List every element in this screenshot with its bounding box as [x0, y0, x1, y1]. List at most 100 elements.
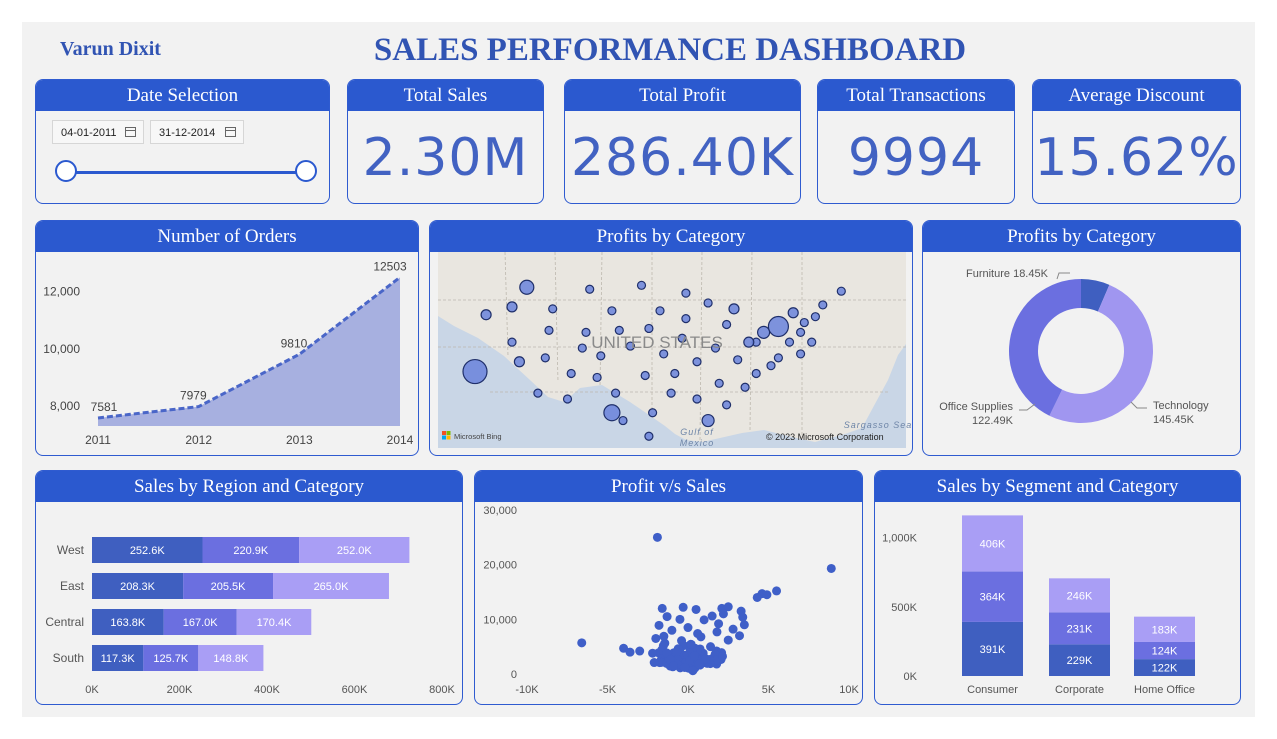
map-bubble: [562, 394, 573, 404]
segment-bar-label: 246K: [1067, 590, 1093, 602]
region-x-tick: 200K: [167, 684, 193, 696]
orders-area: [98, 277, 400, 426]
region-chart-card: Sales by Region and Category West 252.6K 2…: [35, 470, 463, 705]
segment-bar-label: 124K: [1152, 646, 1178, 658]
scatter-point: [762, 590, 772, 600]
bing-logo-square: [446, 435, 451, 440]
map-bubble: [767, 315, 789, 338]
orders-x-tick: 2013: [286, 433, 313, 447]
map-bubble: [787, 307, 799, 319]
region-x-tick: 400K: [254, 684, 280, 696]
orders-x-tick: 2011: [85, 433, 111, 447]
scatter-y-tick: 10,000: [483, 614, 517, 626]
orders-x-tick: 2012: [185, 433, 212, 447]
map-bubble: [577, 343, 587, 353]
segment-y-tick: 0K: [904, 671, 918, 683]
scatter-x-tick: -5K: [599, 684, 617, 696]
bubble-map[interactable]: UNITED STATES Sargasso Sea Gulf of Mexic…: [430, 251, 911, 455]
scatter-point: [772, 586, 782, 596]
donut-leader-line: [1019, 403, 1036, 411]
scatter-point: [654, 620, 664, 630]
scatter-point: [739, 620, 749, 630]
bing-logo-square: [446, 431, 451, 435]
map-bubble: [692, 357, 702, 367]
map-bubble: [757, 325, 771, 339]
scatter-point: [686, 639, 696, 649]
kpi-total-sales-value: 2.30M: [362, 128, 529, 188]
map-bubble: [666, 388, 676, 398]
kpi-total-sales-label: Total Sales: [348, 80, 543, 111]
orders-y-tick: 8,000: [50, 399, 80, 413]
map-bubble: [681, 288, 691, 298]
map-bubble: [644, 431, 654, 441]
scatter-x-tick: 0K: [681, 684, 695, 696]
map-bubble: [692, 394, 702, 404]
map-bubble: [544, 325, 554, 336]
scatter-point: [635, 646, 645, 656]
scatter-point: [735, 631, 745, 641]
map-bubble: [506, 301, 518, 313]
region-bar-label: 125.7K: [153, 653, 189, 665]
map-bubble: [722, 319, 732, 330]
scatter-x-tick: -10K: [515, 684, 539, 696]
map-bubble: [714, 378, 724, 388]
orders-data-label: 7979: [180, 389, 207, 403]
orders-chart-card: Number of Orders 7581 7979 9810 12503 8,000 1…: [35, 220, 419, 456]
region-bar-label: 265.0K: [314, 581, 350, 593]
scatter-point: [728, 624, 738, 634]
map-bubble: [519, 279, 535, 295]
scatter-y-tick: 0: [511, 669, 517, 681]
scatter-point: [657, 603, 667, 613]
kpi-total-sales: Total Sales 2.30M: [347, 79, 544, 204]
map-bubble: [533, 388, 543, 398]
map-bubble: [681, 314, 691, 324]
kpi-average-discount-label: Average Discount: [1033, 80, 1240, 111]
segment-category-label: Home Office: [1134, 684, 1195, 696]
bing-logo-text: Microsoft Bing: [454, 432, 502, 441]
region-bar-label: 220.9K: [233, 545, 269, 557]
date-range-track[interactable]: [66, 171, 308, 174]
map-bubble: [462, 358, 488, 385]
donut-value-technology: 145.45K: [1153, 414, 1195, 426]
map-bubble: [784, 337, 795, 347]
kpi-total-profit: Total Profit 286.40K: [564, 79, 801, 204]
scatter-point: [689, 651, 699, 661]
donut-label-technology: Technology: [1153, 400, 1209, 412]
map-title: Profits by Category: [430, 221, 912, 252]
start-date-input[interactable]: 04-01-2011: [52, 120, 144, 144]
profit-donut-chart: Furniture 18.45K Technology 145.45K Office …: [939, 268, 1209, 427]
donut-label-office-supplies: Office Supplies: [939, 401, 1013, 413]
segment-bar-label: 231K: [1067, 623, 1093, 635]
map-bubble: [818, 300, 828, 310]
region-bar-label: 208.3K: [120, 581, 156, 593]
map-bubble: [743, 336, 755, 348]
map-card: Profits by Category UNITED STATES Sargas…: [429, 220, 913, 456]
calendar-icon[interactable]: [225, 127, 236, 137]
map-bubble: [796, 349, 806, 359]
scatter-x-tick: 5K: [762, 684, 776, 696]
region-x-tick: 600K: [342, 684, 368, 696]
region-stacked-bar-chart: West 252.6K 220.9K 252.0K East 208.3K 205.5K 26…: [45, 537, 456, 696]
map-bubble: [740, 382, 750, 392]
scatter-point: [648, 648, 658, 658]
segment-bar-label: 364K: [980, 592, 1006, 604]
calendar-icon[interactable]: [125, 127, 136, 137]
segment-chart-card: Sales by Segment and Category 0K 500K 1,00…: [874, 470, 1241, 705]
region-x-tick: 800K: [429, 684, 455, 696]
map-bubble: [807, 337, 817, 347]
scatter-point: [675, 614, 685, 624]
date-selection-card: Date Selection 04-01-2011 31-12-2014: [35, 79, 330, 204]
map-bubble: [773, 353, 783, 363]
end-date-value: 31-12-2014: [159, 127, 216, 139]
scatter-point: [694, 659, 704, 669]
date-slider-start-handle[interactable]: [55, 160, 77, 182]
region-category-label: West: [57, 543, 85, 557]
map-bubble: [507, 337, 517, 347]
orders-data-label: 7581: [91, 400, 118, 414]
region-bar-label: 170.4K: [257, 617, 293, 629]
end-date-input[interactable]: 31-12-2014: [150, 120, 244, 144]
date-slider-end-handle[interactable]: [295, 160, 317, 182]
donut-value-office-supplies: 122.49K: [972, 415, 1014, 427]
region-bar-label: 163.8K: [110, 617, 146, 629]
map-country-label: UNITED STATES: [591, 333, 723, 352]
